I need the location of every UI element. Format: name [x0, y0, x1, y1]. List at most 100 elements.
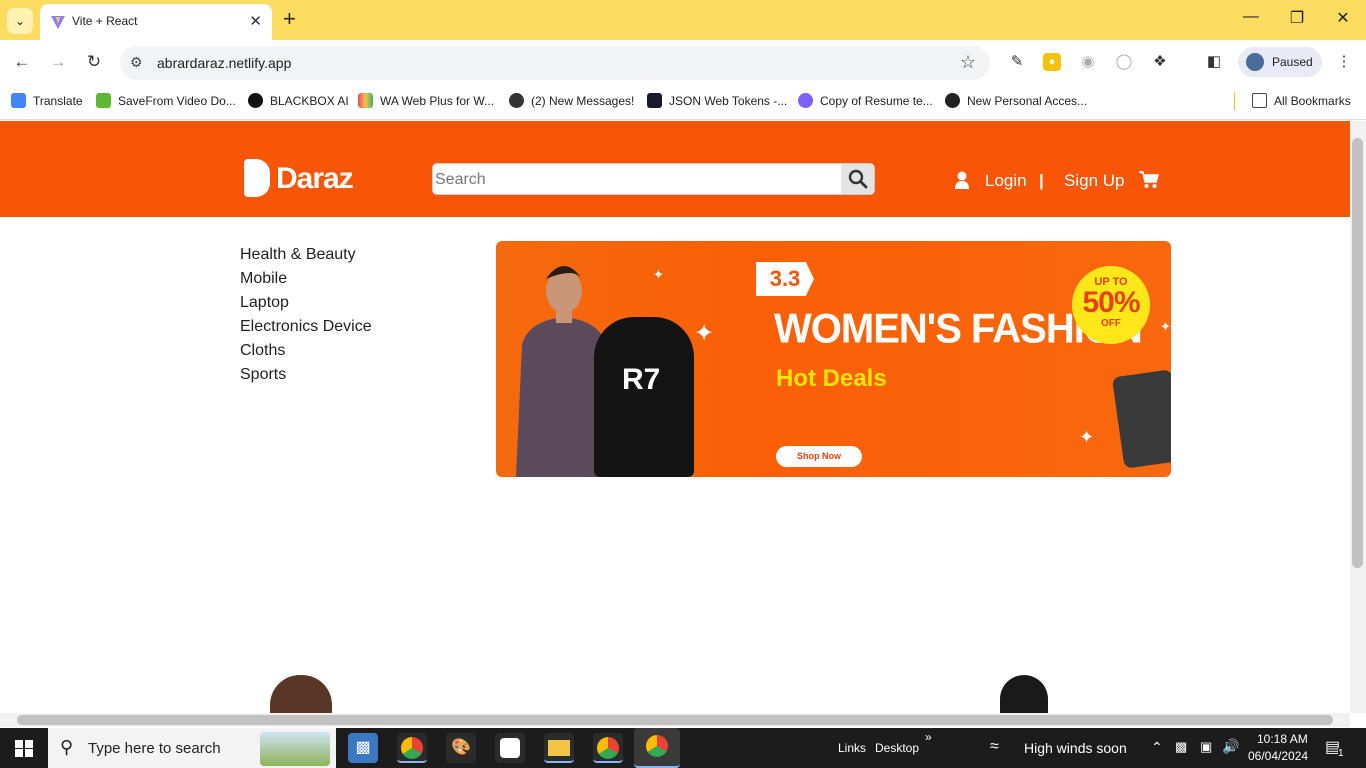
promo-banner[interactable]: R7 ✦ ✦ ✦ ✦ 3.3 WOMEN'S FASHION Hot Deals… [496, 241, 1171, 477]
vertical-scrollbar[interactable] [1350, 121, 1366, 713]
browser-title-bar: ⌄ Vite + React ✕ + — ❐ ✕ [0, 0, 1366, 40]
login-link[interactable]: Login [985, 171, 1027, 191]
new-tab-button[interactable]: + [283, 6, 296, 32]
shop-now-button[interactable]: Shop Now [776, 446, 862, 467]
header-separator: | [1039, 171, 1044, 190]
taskbar-capcut-icon[interactable] [495, 733, 525, 763]
user-icon [955, 171, 969, 189]
close-window-button[interactable]: ✕ [1328, 8, 1358, 28]
wa-web-plus-icon [358, 93, 373, 108]
cart-icon[interactable] [1139, 171, 1159, 189]
profile-button[interactable]: Paused [1238, 47, 1322, 77]
meet-now-icon[interactable]: ▣ [1200, 739, 1212, 755]
bookmark-wa-web-plus[interactable]: WA Web Plus for W... [358, 93, 494, 108]
taskbar-search-placeholder: Type here to search [88, 740, 221, 757]
hoodie-image: R7 [594, 317, 694, 477]
bookmark-json-web-tokens[interactable]: JSON Web Tokens -... [647, 93, 787, 108]
bookmark-resume[interactable]: Copy of Resume te... [798, 93, 933, 108]
clock-date[interactable]: 06/04/2024 [1248, 749, 1308, 763]
category-electronics-device[interactable]: Electronics Device [240, 315, 372, 339]
category-cloths[interactable]: Cloths [240, 339, 372, 363]
tab-title: Vite + React [72, 14, 138, 28]
browser-tab[interactable]: Vite + React ✕ [40, 4, 272, 40]
savefrom-icon [96, 93, 111, 108]
github-icon [945, 93, 960, 108]
taskbar-links-toolbar[interactable]: Links [838, 741, 866, 755]
resume-icon [798, 93, 813, 108]
folder-icon [1252, 93, 1267, 108]
banner-subtitle: Hot Deals [776, 365, 887, 392]
address-bar[interactable]: ⚙ abrardaraz.netlify.app ☆ [120, 46, 990, 80]
taskbar-chrome-profile-icon[interactable] [593, 733, 623, 763]
search-input[interactable] [435, 168, 835, 192]
more-menu-icon[interactable]: ⋮ [1335, 53, 1353, 71]
sparkle-icon: ✦ [1160, 319, 1171, 334]
network-icon[interactable]: ▩ [1175, 739, 1187, 755]
circle-extension-icon[interactable]: ◯ [1115, 53, 1133, 71]
bookmarks-bar: Translate SaveFrom Video Do... BLACKBOX … [0, 84, 1366, 120]
sparkle-icon: ✦ [694, 320, 715, 347]
site-header: Daraz Login | Sign Up [0, 121, 1350, 217]
product-image-peek [270, 675, 332, 713]
jwt-icon [647, 93, 662, 108]
taskbar-chrome-active-icon[interactable] [634, 728, 680, 768]
avatar [1246, 53, 1264, 71]
bookmark-blackbox[interactable]: BLACKBOX AI [248, 93, 349, 108]
minimize-button[interactable]: — [1236, 8, 1266, 26]
chevron-up-icon[interactable]: ⌃ [1151, 739, 1163, 756]
back-button[interactable]: ← [10, 52, 34, 72]
bookmark-star-icon[interactable]: ☆ [960, 52, 976, 73]
volume-icon[interactable]: 🔊 [1222, 738, 1239, 755]
discount-badge: UP TO 50% OFF [1072, 266, 1150, 344]
url-text[interactable]: abrardaraz.netlify.app [157, 55, 291, 71]
toolbar-overflow-icon[interactable]: » [925, 730, 932, 744]
daraz-logo[interactable]: Daraz [244, 159, 354, 197]
search-button[interactable] [841, 164, 874, 194]
forward-button[interactable]: → [46, 52, 70, 72]
signup-link[interactable]: Sign Up [1064, 171, 1124, 191]
search-icon: ⚲ [60, 737, 74, 757]
extensions-puzzle-icon[interactable]: ❖ [1151, 53, 1169, 71]
bookmark-new-messages[interactable]: (2) New Messages! [509, 93, 634, 108]
page-viewport: Daraz Login | Sign Up Health & Beauty Mo… [0, 121, 1350, 713]
globe-extension-icon[interactable]: ◉ [1079, 53, 1097, 71]
taskbar-chrome-icon[interactable] [397, 733, 427, 763]
site-info-icon[interactable]: ⚙ [130, 54, 143, 71]
weather-widget[interactable]: High winds soon [1024, 740, 1127, 756]
search-icon [848, 169, 867, 189]
bookmark-github[interactable]: New Personal Acces... [945, 93, 1087, 108]
restore-button[interactable]: ❐ [1282, 8, 1312, 28]
vertical-scroll-thumb[interactable] [1352, 138, 1363, 568]
taskbar-search-box[interactable]: ⚲ Type here to search [48, 728, 336, 768]
windows-taskbar: ⚲ Type here to search ▩ 🎨 Links Desktop … [0, 728, 1366, 768]
daraz-logo-icon [244, 159, 270, 197]
category-health-beauty[interactable]: Health & Beauty [240, 243, 372, 267]
bookmark-translate[interactable]: Translate [11, 93, 83, 108]
wind-weather-icon: ≈ [990, 738, 999, 755]
category-laptop[interactable]: Laptop [240, 291, 372, 315]
tab-search-button[interactable]: ⌄ [7, 8, 33, 34]
side-panel-icon[interactable]: ◧ [1205, 53, 1223, 71]
banner-badge: 3.3 [756, 262, 814, 296]
start-button[interactable] [0, 728, 48, 768]
taskbar-file-explorer-icon[interactable] [544, 733, 574, 763]
search-highlight-image [260, 732, 330, 766]
product-image-peek [1000, 675, 1048, 713]
category-sports[interactable]: Sports [240, 363, 372, 387]
category-mobile[interactable]: Mobile [240, 267, 372, 291]
vite-favicon-icon [51, 16, 65, 29]
taskbar-desktop-toolbar[interactable]: Desktop [875, 741, 919, 755]
horizontal-scrollbar[interactable] [0, 713, 1350, 727]
taskbar-paint-icon[interactable]: 🎨 [446, 733, 476, 763]
eyedropper-extension-icon[interactable]: ✎ [1008, 53, 1026, 71]
sparkle-icon: ✦ [653, 267, 664, 282]
close-tab-icon[interactable]: ✕ [249, 12, 262, 30]
keep-extension-icon[interactable]: ● [1043, 53, 1061, 71]
taskbar-app-laptop-icon[interactable]: ▩ [348, 733, 378, 763]
bookmark-savefrom[interactable]: SaveFrom Video Do... [96, 93, 236, 108]
handbag-image [1111, 369, 1171, 469]
clock-time[interactable]: 10:18 AM [1257, 732, 1308, 746]
all-bookmarks-button[interactable]: All Bookmarks [1252, 93, 1351, 108]
reload-button[interactable]: ↻ [82, 52, 106, 72]
horizontal-scroll-thumb[interactable] [17, 715, 1333, 725]
